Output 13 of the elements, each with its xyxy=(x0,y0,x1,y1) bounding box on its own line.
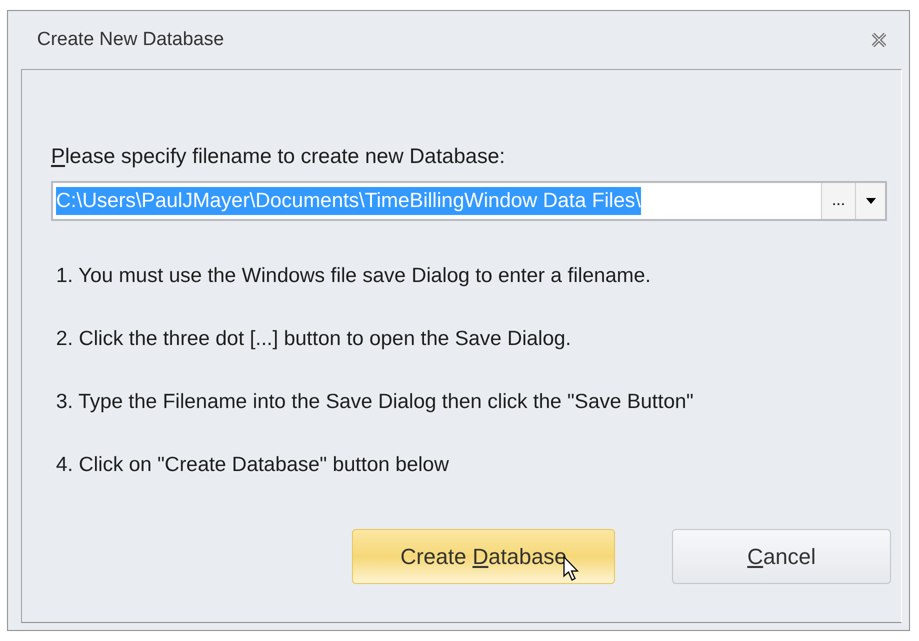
instruction-text: 3. Type the Filename into the Save Dialog then click the "Save Button" xyxy=(56,390,695,414)
instruction-text: 1. You must use the Windows file save Dialog to enter a filename. xyxy=(56,264,652,288)
browse-button[interactable]: ... xyxy=(821,183,855,219)
instruction-text: 4. Click on "Create Database" button below xyxy=(56,453,450,477)
create-database-button[interactable]: Create Database xyxy=(352,529,615,584)
instruction-text: 2. Click the three dot [...] button to open the Save Dialog. xyxy=(56,327,572,351)
cancel-button[interactable]: Cancel xyxy=(672,529,891,584)
dropdown-button[interactable] xyxy=(855,183,885,219)
close-icon[interactable] xyxy=(871,33,887,47)
filename-field[interactable]: C:\Users\PaulJMayer\Documents\TimeBillingWindow Data Files\ ... xyxy=(51,181,887,221)
field-label: Please specify filename to create new Database: xyxy=(51,145,506,169)
window-title: Create New Database xyxy=(37,29,224,51)
dropdown-arrow-icon xyxy=(866,198,876,204)
